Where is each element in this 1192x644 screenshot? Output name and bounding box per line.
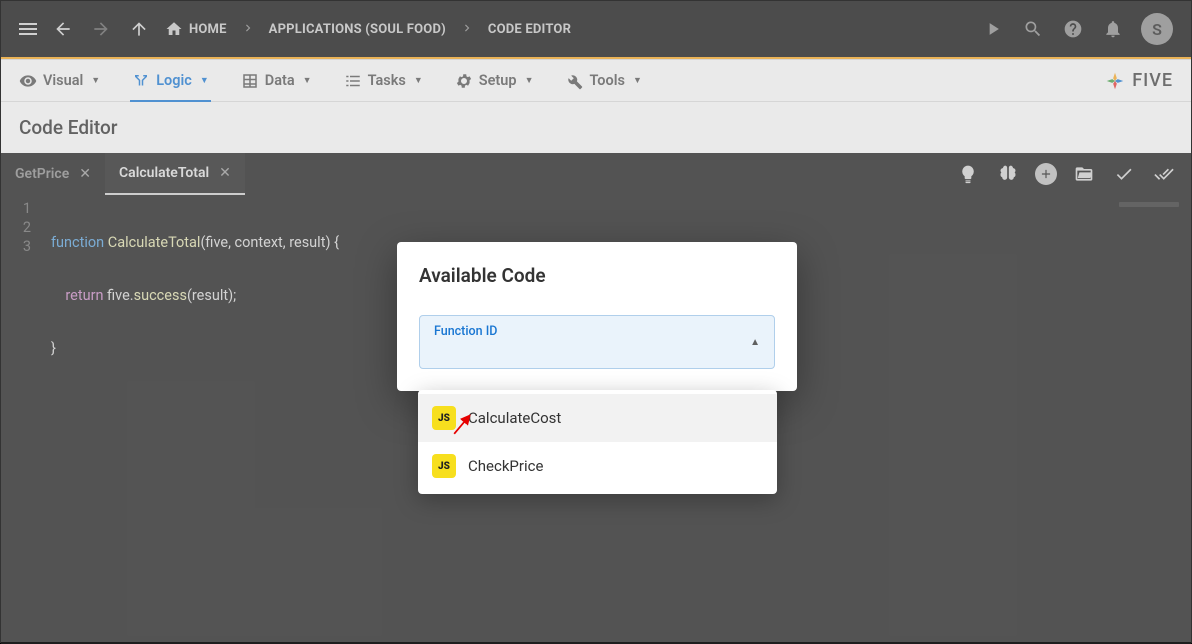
function-id-dropdown: JS CalculateCost JS CheckPrice — [418, 390, 777, 494]
select-label: Function ID — [434, 324, 497, 339]
dropdown-item-calculatecost[interactable]: JS CalculateCost — [418, 394, 777, 442]
dropdown-item-label: CheckPrice — [468, 457, 543, 475]
caret-up-icon: ▲ — [750, 337, 760, 348]
dialog-title: Available Code — [419, 264, 775, 287]
dropdown-item-label: CalculateCost — [468, 409, 561, 427]
js-icon: JS — [432, 454, 456, 478]
dropdown-item-checkprice[interactable]: JS CheckPrice — [418, 442, 777, 490]
available-code-dialog: Available Code Function ID ▲ — [397, 242, 797, 391]
js-icon: JS — [432, 406, 456, 430]
function-id-select[interactable]: Function ID ▲ — [419, 315, 775, 369]
